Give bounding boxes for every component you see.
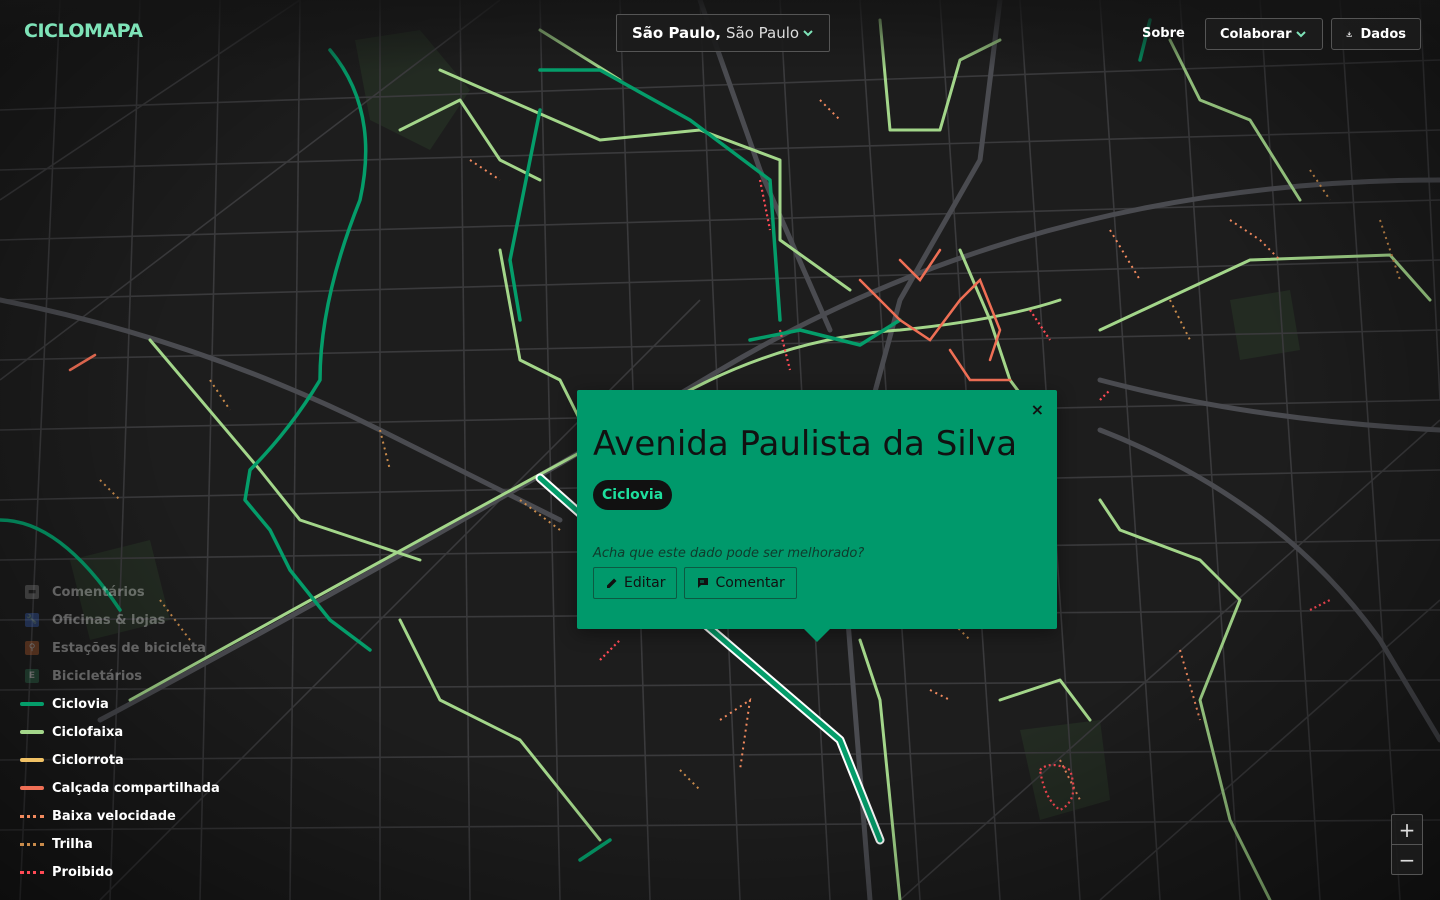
legend-label: Estações de bicicleta: [52, 640, 206, 656]
comment-icon: ▬: [25, 585, 39, 599]
proibido-line-icon: [20, 870, 44, 874]
edit-button[interactable]: Editar: [593, 567, 678, 599]
collaborate-button[interactable]: Colaborar: [1205, 18, 1323, 50]
data-download-button[interactable]: Dados: [1331, 18, 1421, 50]
legend-item-proibido[interactable]: Proibido: [20, 858, 220, 886]
about-link[interactable]: Sobre: [1142, 26, 1185, 41]
city-name: São Paulo,: [632, 24, 721, 42]
legend-label: Ciclorrota: [52, 752, 124, 768]
zoom-in-button[interactable]: +: [1392, 815, 1422, 844]
legend-label: Calçada compartilhada: [52, 780, 220, 796]
city-select[interactable]: São Paulo, São Paulo: [616, 14, 830, 52]
chevron-down-icon: [1296, 31, 1306, 38]
chevron-down-icon: [803, 30, 813, 37]
legend-item-ciclovia[interactable]: Ciclovia: [20, 690, 220, 718]
baixa-velocidade-line-icon: [20, 814, 44, 818]
collaborate-label: Colaborar: [1220, 26, 1292, 42]
popup-actions: Editar Comentar: [593, 567, 1041, 599]
legend-item-estacoes[interactable]: ⚲ Estações de bicicleta: [20, 634, 220, 662]
legend-label: Ciclofaixa: [52, 724, 124, 740]
legend-label: Bicicletários: [52, 668, 143, 684]
legend-item-baixa-velocidade[interactable]: Baixa velocidade: [20, 802, 220, 830]
legend-item-bicicletarios[interactable]: E Bicicletários: [20, 662, 220, 690]
legend-label: Trilha: [52, 836, 93, 852]
legend-label: Baixa velocidade: [52, 808, 176, 824]
map-legend: ▬ Comentários 🔧 Oficinas & lojas ⚲ Estaç…: [20, 578, 220, 886]
ciclofaixa-line-icon: [20, 730, 44, 734]
parking-icon: E: [25, 669, 39, 683]
route-title: Avenida Paulista da Silva: [593, 424, 1018, 464]
data-label: Dados: [1360, 26, 1406, 42]
legend-label: Comentários: [52, 584, 145, 600]
legend-label: Ciclovia: [52, 696, 109, 712]
legend-item-ciclofaixa[interactable]: Ciclofaixa: [20, 718, 220, 746]
comment-label: Comentar: [715, 575, 785, 591]
state-name: São Paulo: [726, 24, 800, 42]
zoom-out-button[interactable]: −: [1392, 844, 1422, 874]
route-type-badge: Ciclovia: [593, 480, 673, 510]
legend-label: Oficinas & lojas: [52, 612, 166, 628]
legend-item-oficinas[interactable]: 🔧 Oficinas & lojas: [20, 606, 220, 634]
close-icon[interactable]: ×: [1031, 400, 1044, 419]
legend-item-calcada[interactable]: Calçada compartilhada: [20, 774, 220, 802]
legend-label: Proibido: [52, 864, 114, 880]
app-logo[interactable]: CICLOMAPA: [24, 20, 143, 42]
comment-button[interactable]: Comentar: [684, 567, 797, 599]
bike-share-icon: ⚲: [25, 641, 39, 655]
comment-icon: [698, 578, 709, 588]
download-icon: [1346, 31, 1352, 37]
legend-item-ciclorrota[interactable]: Ciclorrota: [20, 746, 220, 774]
pencil-icon: [607, 578, 617, 588]
ciclovia-line-icon: [20, 702, 44, 706]
route-popup: × Avenida Paulista da Silva Ciclovia Ach…: [577, 390, 1057, 642]
wrench-icon: 🔧: [25, 613, 39, 627]
legend-item-comentarios[interactable]: ▬ Comentários: [20, 578, 220, 606]
ciclorrota-line-icon: [20, 758, 44, 762]
legend-item-trilha[interactable]: Trilha: [20, 830, 220, 858]
improve-question: Acha que este dado pode ser melhorado?: [593, 546, 865, 561]
calcada-line-icon: [20, 786, 44, 790]
zoom-control: + −: [1391, 814, 1423, 875]
trilha-line-icon: [20, 842, 44, 846]
edit-label: Editar: [624, 575, 666, 591]
